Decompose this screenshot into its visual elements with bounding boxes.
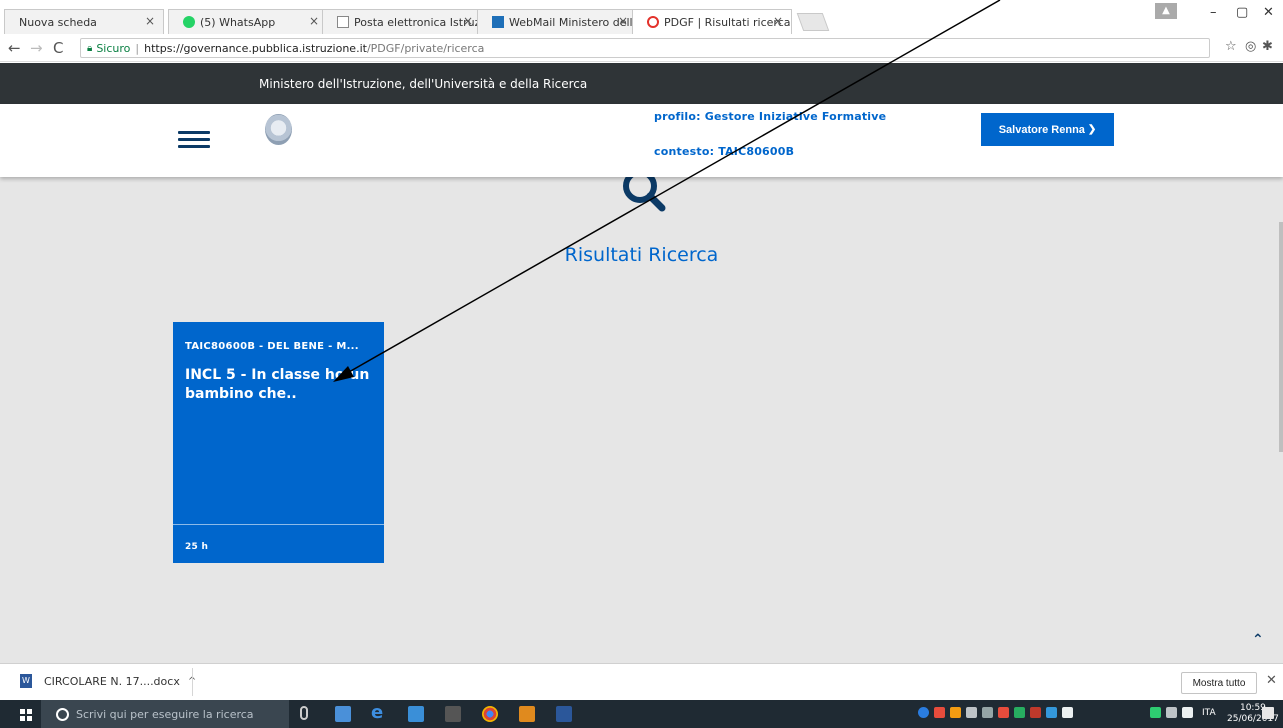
url-path: /PDGF/private/ricerca	[366, 41, 485, 55]
edge-icon[interactable]: e	[371, 702, 387, 723]
tray-icon[interactable]	[1150, 707, 1161, 718]
tray-icon[interactable]	[966, 707, 977, 718]
store-icon[interactable]	[408, 706, 424, 722]
tab-label: Nuova scheda	[19, 15, 97, 29]
download-bar: W CIRCOLARE N. 17....docx ^ Mostra tutto…	[0, 663, 1283, 700]
close-icon[interactable]: ✕	[1266, 673, 1277, 688]
tab-whatsapp[interactable]: (5) WhatsApp ×	[168, 9, 328, 34]
profile-label: profilo: Gestore Iniziative Formative	[654, 110, 887, 123]
back-icon[interactable]: ←	[8, 39, 21, 57]
tray-icon[interactable]	[982, 707, 993, 718]
tray-icon[interactable]	[918, 707, 929, 718]
tab-nuova-scheda[interactable]: Nuova scheda ×	[4, 9, 164, 34]
main-content: Risultati Ricerca TAIC80600B - DEL BENE …	[0, 169, 1283, 663]
download-item[interactable]: W CIRCOLARE N. 17....docx ^	[20, 674, 196, 688]
chevron-down-icon: ❯	[1087, 124, 1097, 135]
tray-icon[interactable]	[934, 707, 945, 718]
page-title: Risultati Ricerca	[564, 244, 719, 266]
site-navbar: profilo: Gestore Iniziative Formative co…	[0, 104, 1283, 177]
reload-icon[interactable]: C	[53, 39, 63, 57]
tab-label: Posta elettronica Istruzio	[354, 15, 481, 29]
speaker-icon[interactable]	[1062, 707, 1073, 718]
card-title: INCL 5 - In classe ho un bambino che..	[185, 367, 370, 402]
tab-label: (5) WhatsApp	[200, 15, 276, 29]
result-card[interactable]: TAIC80600B - DEL BENE - M... INCL 5 - In…	[173, 322, 384, 563]
address-bar: ← → C 🔒︎ Sicuro | https://governance.pub…	[0, 34, 1283, 62]
user-menu-button[interactable]: Salvatore Renna ❯	[981, 113, 1114, 146]
url-host: https://governance.pubblica.istruzione.i…	[144, 41, 367, 55]
restore-icon[interactable]: ▢	[1236, 5, 1248, 20]
word-file-icon: W	[20, 674, 32, 688]
document-icon	[337, 16, 349, 28]
hamburger-menu-icon[interactable]	[178, 131, 210, 149]
forward-icon[interactable]: →	[30, 39, 43, 57]
windows-taskbar: Scrivi qui per eseguire la ricerca e ITA…	[0, 700, 1283, 728]
tray-icon[interactable]	[1014, 707, 1025, 718]
extension-icon[interactable]: ◎	[1245, 39, 1256, 54]
user-name: Salvatore Renna	[998, 123, 1085, 136]
pdgf-icon	[647, 16, 659, 28]
tab-pdgf[interactable]: PDGF | Risultati ricerca ×	[632, 9, 792, 34]
scroll-top-icon[interactable]: ⌃	[1252, 632, 1264, 648]
webmail-icon	[492, 16, 504, 28]
secure-label: Sicuro	[96, 41, 131, 55]
close-icon[interactable]: ×	[618, 14, 628, 28]
close-icon[interactable]: ×	[145, 14, 155, 28]
taskbar-search-placeholder: Scrivi qui per eseguire la ricerca	[76, 707, 254, 721]
app-icon[interactable]	[519, 706, 535, 722]
card-hours: 25 h	[185, 542, 209, 552]
word-icon[interactable]	[556, 706, 572, 722]
ministry-name: Ministero dell'Istruzione, dell'Universi…	[259, 77, 588, 91]
close-icon[interactable]: ×	[309, 14, 319, 28]
network-icon[interactable]	[1166, 707, 1177, 718]
close-icon[interactable]: ×	[463, 14, 473, 28]
whatsapp-icon	[183, 16, 195, 28]
language-indicator[interactable]: ITA	[1202, 708, 1216, 718]
lock-icon: 🔒︎	[87, 42, 93, 54]
tab-label: PDGF | Risultati ricerca	[664, 15, 791, 29]
windows-start-icon[interactable]	[20, 709, 32, 721]
cortana-icon	[56, 707, 69, 721]
microphone-icon[interactable]	[300, 706, 308, 720]
download-file-name: CIRCOLARE N. 17....docx	[44, 674, 180, 688]
divider	[192, 668, 193, 696]
card-divider	[173, 524, 384, 525]
context-label: contesto: TAIC80600B	[654, 145, 795, 158]
scrollbar[interactable]	[1279, 222, 1283, 452]
tray-icon[interactable]	[950, 707, 961, 718]
bookmark-star-icon[interactable]: ☆	[1225, 39, 1237, 54]
minimize-icon[interactable]: –	[1210, 5, 1217, 20]
card-code: TAIC80600B - DEL BENE - M...	[185, 341, 359, 352]
ministry-header: Ministero dell'Istruzione, dell'Universi…	[0, 63, 1283, 104]
url-input[interactable]: 🔒︎ Sicuro | https://governance.pubblica.…	[80, 38, 1210, 58]
republic-emblem-logo	[265, 114, 292, 145]
show-all-button[interactable]: Mostra tutto	[1181, 672, 1257, 694]
close-icon[interactable]: ×	[773, 14, 783, 28]
separator: |	[135, 41, 140, 55]
new-tab-button[interactable]	[796, 13, 830, 31]
screen: Nuova scheda × (5) WhatsApp × Posta elet…	[0, 0, 1283, 728]
tray-icon[interactable]	[1030, 707, 1041, 718]
tab-webmail[interactable]: WebMail Ministero dell'I ×	[477, 9, 637, 34]
notification-icon[interactable]	[1262, 707, 1274, 719]
browser-tab-strip: Nuova scheda × (5) WhatsApp × Posta elet…	[0, 0, 1283, 34]
volume-icon[interactable]	[1182, 707, 1193, 718]
tab-posta[interactable]: Posta elettronica Istruzio ×	[322, 9, 482, 34]
window-close-icon[interactable]: ✕	[1263, 5, 1274, 20]
extension-icon[interactable]: ✱	[1262, 39, 1273, 54]
tab-label: WebMail Ministero dell'I	[509, 15, 636, 29]
tray-icon[interactable]	[998, 707, 1009, 718]
profile-icon[interactable]: ▲	[1155, 3, 1177, 19]
chrome-icon[interactable]	[482, 706, 498, 722]
calculator-icon[interactable]	[445, 706, 461, 722]
tray-icon[interactable]	[1046, 707, 1057, 718]
task-view-icon[interactable]	[335, 706, 351, 722]
taskbar-search-input[interactable]: Scrivi qui per eseguire la ricerca	[41, 700, 289, 728]
